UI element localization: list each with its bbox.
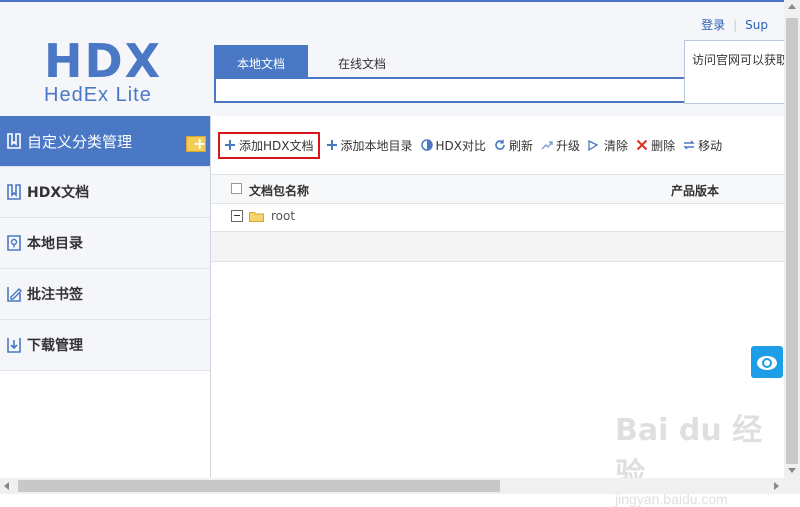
chat-cloud-icon [757, 356, 777, 370]
annotation-icon [6, 285, 22, 303]
scroll-down-icon[interactable] [788, 468, 796, 473]
sidebar: 自定义分类管理 HDX文档 本地目录 批注书签 下载管理 [0, 116, 211, 478]
add-local-dir-button[interactable]: 添加本地目录 [326, 137, 413, 154]
move-label: 移动 [698, 138, 723, 153]
clear-label: 清除 [604, 138, 629, 153]
move-icon [683, 139, 695, 151]
sidebar-item-label: 自定义分类管理 [27, 132, 133, 151]
delete-x-icon [636, 139, 648, 151]
sidebar-item-hdx-doc[interactable]: HDX文档 [0, 167, 210, 218]
sidebar-item-label: HDX文档 [27, 185, 90, 201]
sidebar-item-download[interactable]: 下载管理 [0, 320, 210, 371]
scroll-up-icon[interactable] [788, 4, 796, 9]
refresh-icon [494, 139, 506, 151]
sidebar-item-annotation[interactable]: 批注书签 [0, 269, 210, 320]
add-category-icon[interactable] [186, 134, 206, 153]
empty-row [211, 232, 784, 262]
tab-online-docs[interactable]: 在线文档 [322, 45, 402, 77]
table-row[interactable]: root [211, 203, 784, 232]
toolbar: 添加HDX文档 添加本地目录 HDX对比 刷新 升级 清除 删除 移动 [214, 128, 730, 162]
folder-icon [249, 211, 264, 222]
add-hdx-doc-label: 添加HDX文档 [239, 138, 314, 153]
tab-local-docs[interactable]: 本地文档 [214, 45, 308, 77]
move-button[interactable]: 移动 [683, 137, 722, 154]
horizontal-scrollbar[interactable] [0, 478, 800, 494]
top-links: 登录 | Sup [701, 18, 768, 32]
download-icon [6, 336, 22, 354]
sidebar-item-custom-category[interactable]: 自定义分类管理 [0, 116, 210, 167]
clear-button[interactable]: 清除 [588, 137, 628, 154]
search-input[interactable] [214, 77, 686, 103]
refresh-label: 刷新 [509, 138, 534, 153]
watermark: Bai du 经验 jingyan.baidu.com [615, 405, 785, 507]
notice-panel: 访问官网可以获取 [684, 40, 794, 104]
compare-icon [420, 139, 433, 151]
vertical-scrollbar[interactable] [784, 0, 800, 478]
login-link[interactable]: 登录 [701, 18, 725, 32]
plus-icon [224, 139, 236, 151]
delete-label: 删除 [651, 138, 676, 153]
delete-button[interactable]: 删除 [636, 137, 675, 154]
select-all-checkbox[interactable] [231, 183, 242, 194]
scroll-right-icon[interactable] [774, 482, 779, 490]
eraser-icon [588, 139, 601, 151]
local-dir-icon [6, 234, 22, 252]
horizontal-scroll-thumb[interactable] [18, 480, 500, 492]
column-header-version[interactable]: 产品版本 [671, 182, 719, 199]
add-local-dir-label: 添加本地目录 [340, 138, 413, 153]
logo-main: HDX [44, 34, 163, 88]
scroll-left-icon[interactable] [4, 482, 9, 490]
app-logo: HDX HedEx Lite [44, 38, 174, 110]
plus-icon [326, 139, 338, 151]
upgrade-button[interactable]: 升级 [541, 137, 580, 154]
hdx-compare-label: HDX对比 [435, 138, 487, 153]
upgrade-label: 升级 [556, 138, 581, 153]
vertical-scroll-thumb[interactable] [786, 18, 798, 464]
row-name: root [271, 209, 296, 223]
support-link[interactable]: Sup [745, 18, 768, 32]
sidebar-item-label: 本地目录 [27, 236, 83, 252]
assistant-float-button[interactable] [751, 346, 783, 378]
upgrade-icon [541, 139, 553, 151]
column-header-name[interactable]: 文档包名称 [249, 182, 309, 199]
hdx-doc-icon [6, 183, 22, 201]
hdx-compare-button[interactable]: HDX对比 [420, 137, 487, 154]
sidebar-item-label: 下载管理 [27, 338, 83, 354]
sidebar-item-local-dir[interactable]: 本地目录 [0, 218, 210, 269]
sidebar-item-label: 批注书签 [27, 287, 83, 303]
add-hdx-doc-button[interactable]: 添加HDX文档 [218, 131, 320, 159]
collapse-toggle-icon[interactable] [231, 210, 243, 222]
category-icon [6, 132, 22, 150]
refresh-button[interactable]: 刷新 [494, 137, 533, 154]
grid-header: 文档包名称 产品版本 [211, 174, 784, 204]
